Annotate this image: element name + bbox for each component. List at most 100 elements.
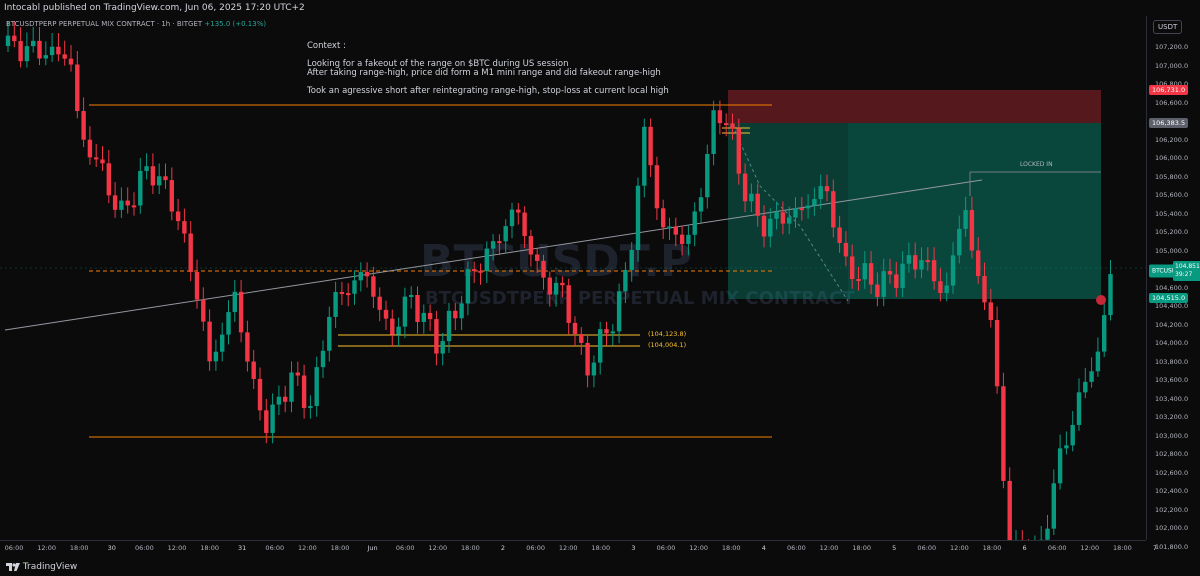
publish-text: Intocabl published on TradingView.com, J… xyxy=(4,3,305,13)
candle-body xyxy=(654,165,660,209)
candle-body xyxy=(175,211,181,222)
candle-body xyxy=(963,210,968,229)
tradingview-logo-icon xyxy=(6,558,20,576)
candle-body xyxy=(320,350,326,368)
candle-body xyxy=(623,269,628,292)
candle-body xyxy=(610,331,615,334)
price-tick: 104,200.0 xyxy=(1155,320,1189,329)
candle-body xyxy=(188,233,193,273)
candle-body xyxy=(824,186,830,192)
candle-body xyxy=(220,334,225,352)
candle-body xyxy=(377,296,382,310)
candle-body xyxy=(1095,351,1101,372)
candle-body xyxy=(1089,371,1094,382)
candle-body xyxy=(453,310,458,319)
candle-body xyxy=(503,226,508,242)
time-tick: 18:00 xyxy=(330,544,350,552)
level-label-lower: (104,004.1) xyxy=(648,341,687,349)
current-price-label: 104,851.2 39:27 xyxy=(1173,261,1200,281)
candle-body xyxy=(276,396,282,405)
candle-body xyxy=(396,326,401,335)
time-tick: 12:00 xyxy=(428,544,448,552)
candle-body xyxy=(1007,480,1012,540)
time-tick: 06:00 xyxy=(787,544,806,552)
candle-body xyxy=(950,255,956,286)
time-tick: 12:00 xyxy=(819,544,839,552)
candle-body xyxy=(257,378,263,411)
candle-body xyxy=(881,271,886,297)
take-profit-zone-locked xyxy=(848,123,1101,299)
candle-body xyxy=(812,199,817,206)
candle-body xyxy=(390,318,395,335)
time-tick: 18:00 xyxy=(1113,544,1132,552)
time-tick: 18:00 xyxy=(591,544,611,552)
time-tick: 18:00 xyxy=(982,544,1002,552)
candle-body xyxy=(112,195,118,210)
time-tick: 18:00 xyxy=(200,544,219,552)
candle-body xyxy=(698,197,704,212)
candle-body xyxy=(301,375,307,408)
candle-body xyxy=(56,46,61,55)
candle-body xyxy=(358,271,363,281)
candle-body xyxy=(799,208,804,211)
candle-body xyxy=(5,35,11,46)
stop-loss-zone xyxy=(728,90,1101,123)
candle-body xyxy=(421,312,426,322)
context-title: Context : xyxy=(307,41,346,51)
candle-body xyxy=(938,281,943,293)
candle-body xyxy=(850,256,855,280)
chart-area[interactable]: BTCUSDT.P BTCUSDTPERP PERPETUAL MIX CONT… xyxy=(0,16,1146,540)
price-tick: 104,000.0 xyxy=(1155,339,1189,347)
candle-body xyxy=(900,263,905,288)
symbol-description: BTCUSDTPERP PERPETUAL MIX CONTRACT · 1h … xyxy=(6,20,203,28)
time-tick: 30 xyxy=(107,544,116,552)
currency-button[interactable]: USDT xyxy=(1153,20,1183,34)
candle-body xyxy=(667,226,672,229)
candle-body xyxy=(37,40,42,59)
time-tick: 3 xyxy=(631,544,636,552)
candle-body xyxy=(856,279,861,282)
candle-body xyxy=(459,303,464,319)
candle-body xyxy=(509,209,515,227)
candle-body xyxy=(1001,386,1006,481)
candle-body xyxy=(604,329,609,334)
price-tick: 107,200.0 xyxy=(1155,43,1189,51)
candle-body xyxy=(238,291,244,333)
time-tick: 12:00 xyxy=(689,544,708,552)
candle-body xyxy=(831,191,836,228)
candle-body xyxy=(673,226,678,235)
candle-body xyxy=(642,126,647,186)
candle-body xyxy=(730,123,735,129)
alert-marker xyxy=(1096,295,1106,305)
candle-body xyxy=(24,46,30,62)
candle-body xyxy=(705,153,710,198)
candle-body xyxy=(553,282,559,295)
price-tick: 101,800.0 xyxy=(1155,542,1189,551)
price-tick: 103,400.0 xyxy=(1155,394,1189,403)
candle-body xyxy=(742,173,748,202)
time-tick: 06:00 xyxy=(656,544,676,552)
candle-body xyxy=(314,367,319,406)
candle-body xyxy=(207,321,212,362)
candle-body xyxy=(711,110,716,154)
candle-body xyxy=(81,111,86,140)
price-axis[interactable]: USDT 107,200.0 107,000.0 106,800.0 106,600.… xyxy=(1146,16,1200,551)
candle-body xyxy=(629,249,634,270)
time-tick: 18:00 xyxy=(461,544,480,552)
candle-body xyxy=(270,404,275,433)
candle-body xyxy=(75,64,80,112)
time-tick: 12:00 xyxy=(1080,544,1100,552)
candle-body xyxy=(213,351,219,362)
candle-body xyxy=(528,236,534,255)
candle-body xyxy=(780,212,786,224)
entry-price-label: 106,383.5 xyxy=(1149,118,1189,128)
time-axis[interactable]: 06:00 12:00 18:00 30 06:00 12:00 18:00 31 06:00 1… xyxy=(0,540,1157,558)
candle-body xyxy=(761,215,767,237)
candle-body xyxy=(541,260,546,278)
candle-body xyxy=(1064,445,1069,449)
candle-body xyxy=(579,333,584,343)
candle-body xyxy=(805,205,811,209)
candle-body xyxy=(415,295,420,322)
candle-body xyxy=(383,309,389,319)
candle-body xyxy=(1102,315,1107,352)
